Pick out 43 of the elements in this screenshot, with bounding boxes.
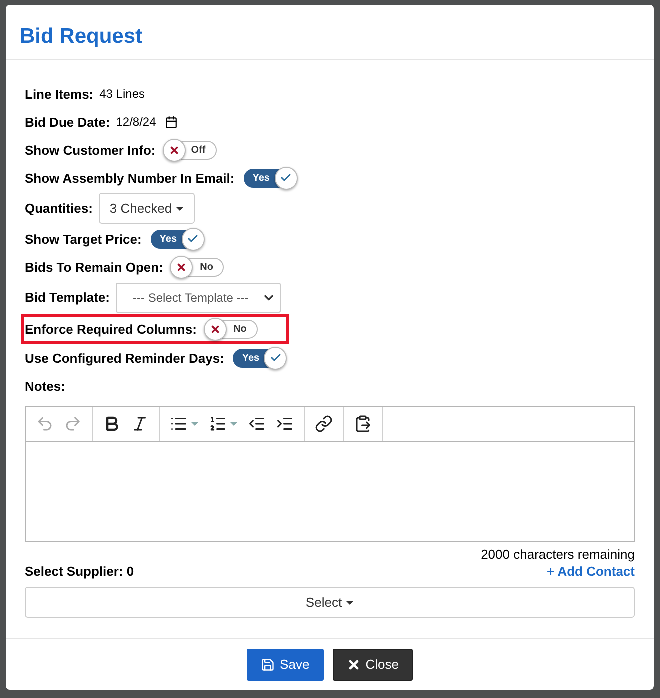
clipboard-icon[interactable] (354, 415, 372, 433)
character-counter: 2000 characters remaining (481, 547, 635, 562)
indent-icon[interactable] (276, 415, 294, 433)
save-button[interactable]: Save (247, 648, 324, 680)
close-icon (346, 658, 361, 672)
field-label: Line Items: (25, 86, 94, 102)
supplier-select-button[interactable]: Select (25, 587, 635, 618)
check-icon (187, 233, 200, 245)
toggle-switch[interactable]: Yes (233, 348, 286, 368)
field-label: Bid Template: (25, 290, 110, 305)
field-label: Show Target Price: (25, 232, 142, 246)
field-label: Notes: (25, 378, 66, 394)
select-field[interactable]: --- Select Template --- (116, 282, 281, 312)
cross-icon (210, 324, 221, 334)
toggle-switch[interactable]: Yes (150, 230, 203, 248)
cross-icon (176, 262, 188, 272)
field-label: Enforce Required Columns: (25, 322, 197, 336)
field-label: Use Configured Reminder Days: (25, 350, 224, 366)
field-label: Show Assembly Number In Email: (25, 170, 235, 186)
dialog-title: Bid Request (20, 25, 144, 49)
supplier-label: Select Supplier: 0 (25, 564, 134, 579)
link-icon[interactable] (315, 415, 333, 433)
numbered-list-icon[interactable] (209, 415, 227, 433)
outdent-icon[interactable] (248, 415, 266, 433)
field-label: Quantities: (25, 201, 93, 216)
toggle-switch[interactable]: No (206, 320, 258, 338)
add-contact-link[interactable]: + Add Contact (547, 564, 635, 579)
toggle-switch[interactable]: Yes (244, 168, 296, 188)
field-value: 12/8/24 (116, 115, 156, 129)
cross-icon (168, 144, 180, 156)
check-icon (280, 172, 292, 184)
dropdown-button[interactable]: 3 Checked (98, 193, 196, 224)
calendar-icon[interactable] (165, 116, 178, 128)
toggle-switch[interactable]: No (172, 258, 224, 276)
field-label: Show Customer Info: (25, 142, 156, 158)
close-button[interactable]: Close (332, 648, 413, 680)
bullet-list-icon[interactable] (170, 415, 188, 433)
check-icon (270, 352, 282, 364)
field-value: 43 Lines (100, 87, 145, 101)
italic-icon[interactable] (131, 415, 149, 433)
toggle-switch[interactable]: Off (164, 140, 217, 160)
field-label: Bids To Remain Open: (25, 260, 164, 274)
field-label: Bid Due Date: (25, 114, 110, 130)
